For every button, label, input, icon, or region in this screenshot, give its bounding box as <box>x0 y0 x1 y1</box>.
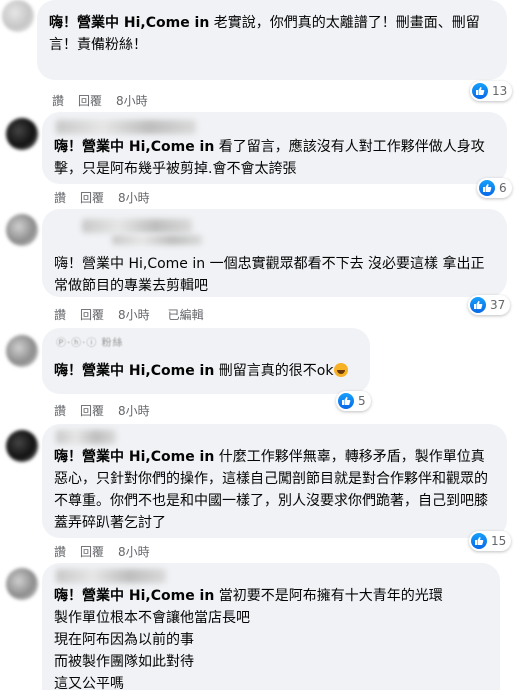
commenter-name[interactable] <box>56 430 116 444</box>
avatar[interactable] <box>6 430 38 462</box>
commenter-name[interactable] <box>56 569 166 583</box>
comment-text: 嗨！營業中 Hi,Come in 看了留言，應該沒有人對工作夥伴做人身攻擊，只是… <box>54 136 495 180</box>
commenter-name-extra <box>112 235 202 245</box>
avatar[interactable] <box>2 0 34 32</box>
reaction-count[interactable]: 15 <box>469 531 512 551</box>
reaction-count[interactable]: 13 <box>470 81 513 101</box>
like-button[interactable]: 讚 <box>54 306 66 323</box>
thumbs-up-icon <box>479 180 495 196</box>
comment-text: 嗨！營業中 Hi,Come in 什麼工作夥伴無辜，轉移矛盾，製作單位真惡心，只… <box>54 446 495 534</box>
avatar[interactable] <box>6 568 38 600</box>
like-button[interactable]: 讚 <box>52 92 64 109</box>
reaction-number: 13 <box>492 84 508 98</box>
commenter-name[interactable] <box>82 219 192 233</box>
comment-bubble: Ⓟ·ⓗ·ⓘ 粉絲 嗨！營業中 Hi,Come in 刪留言真的很不ok <box>42 328 370 394</box>
reaction-number: 6 <box>499 181 507 195</box>
edited-label[interactable]: 已編輯 <box>168 306 204 323</box>
thumbs-up-icon <box>338 393 354 409</box>
laughing-emoji-icon <box>334 363 349 377</box>
like-button[interactable]: 讚 <box>54 189 66 206</box>
page-tag[interactable]: 嗨！營業中 Hi,Come in <box>54 449 214 465</box>
comment-text: 嗨！營業中 Hi,Come in 一個忠實觀眾都看不下去 沒必要這樣 拿出正常做… <box>54 256 485 294</box>
like-button[interactable]: 讚 <box>54 402 66 419</box>
reply-button[interactable]: 回覆 <box>80 189 104 206</box>
comment-actions: 讚 回覆 8小時 <box>54 543 168 560</box>
commenter-name[interactable]: Ⓟ·ⓗ·ⓘ 粉絲 <box>56 334 124 349</box>
timestamp[interactable]: 8小時 <box>118 402 150 419</box>
comment-text: 嗨！營業中 Hi,Come in 刪留言真的很不ok <box>54 360 358 382</box>
commenter-name[interactable] <box>56 120 196 134</box>
reaction-count[interactable]: 5 <box>336 391 371 411</box>
comment-text: 嗨！營業中 Hi,Come in 當初要不是阿布擁有十大青年的光環 製作單位根本… <box>54 585 488 695</box>
page-tag[interactable]: 嗨！營業中 Hi,Come in <box>49 15 209 31</box>
comment-actions: 讚 回覆 8小時 <box>52 92 166 109</box>
avatar[interactable] <box>6 214 38 246</box>
avatar[interactable] <box>6 335 38 367</box>
reply-button[interactable]: 回覆 <box>80 402 104 419</box>
comment-bubble: 嗨！營業中 Hi,Come in 當初要不是阿布擁有十大青年的光環 製作單位根本… <box>42 563 500 692</box>
thumbs-up-icon <box>470 297 486 313</box>
reaction-count[interactable]: 37 <box>468 295 511 315</box>
thumbs-up-icon <box>472 83 488 99</box>
reaction-number: 15 <box>491 534 507 548</box>
thumbs-up-icon <box>471 533 487 549</box>
reaction-number: 37 <box>490 298 506 312</box>
comment-bubble: 嗨！營業中 Hi,Come in 看了留言，應該沒有人對工作夥伴做人身攻擊，只是… <box>42 112 507 184</box>
reaction-count[interactable]: 6 <box>477 178 512 198</box>
comment-body: 刪留言真的很不ok <box>214 363 334 379</box>
page-tag[interactable]: 嗨！營業中 Hi,Come in <box>54 139 214 155</box>
timestamp[interactable]: 8小時 <box>118 543 150 560</box>
timestamp[interactable]: 8小時 <box>116 92 148 109</box>
comment-bubble: 嗨！營業中 Hi,Come in 一個忠實觀眾都看不下去 沒必要這樣 拿出正常做… <box>42 209 507 297</box>
comment-bubble: 嗨！營業中 Hi,Come in 什麼工作夥伴無辜，轉移矛盾，製作單位真惡心，只… <box>42 424 507 538</box>
timestamp[interactable]: 8小時 <box>118 306 150 323</box>
reply-button[interactable]: 回覆 <box>80 306 104 323</box>
comment-actions: 讚 回覆 8小時 已編輯 <box>54 306 218 323</box>
reply-button[interactable]: 回覆 <box>78 92 102 109</box>
comment-bubble: 嗨！營業中 Hi,Come in 老實說，你們真的太離譜了！刪畫面、刪留言！責備… <box>37 0 507 80</box>
page-tag[interactable]: 嗨！營業中 Hi,Come in <box>54 363 214 379</box>
comment-text: 嗨！營業中 Hi,Come in 老實說，你們真的太離譜了！刪畫面、刪留言！責備… <box>49 12 495 56</box>
like-button[interactable]: 讚 <box>54 543 66 560</box>
comment-actions: 讚 回覆 8小時 <box>54 189 168 206</box>
reply-button[interactable]: 回覆 <box>80 543 104 560</box>
avatar[interactable] <box>6 118 38 150</box>
page-tag[interactable]: 嗨！營業中 Hi,Come in <box>54 588 214 604</box>
comment-actions: 讚 回覆 8小時 <box>54 402 168 419</box>
reaction-number: 5 <box>358 394 366 408</box>
timestamp[interactable]: 8小時 <box>118 189 150 206</box>
